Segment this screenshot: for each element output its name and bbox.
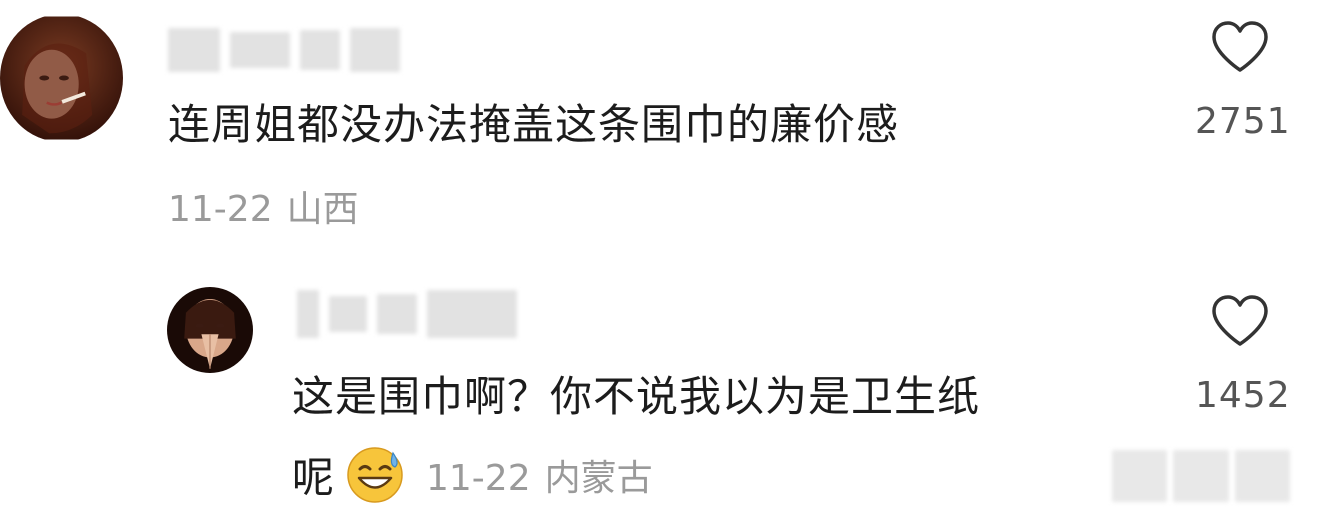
- woman-smoking-avatar-icon: [0, 16, 123, 140]
- sweat-smile-emoji-icon: [347, 447, 403, 503]
- comment-text: 连周姐都没办法掩盖这条围巾的廉价感: [168, 100, 900, 149]
- comment-region: 山西: [286, 189, 359, 230]
- comment-meta: 11-22 内蒙古: [426, 457, 653, 501]
- heart-icon: [1212, 295, 1268, 346]
- username-blurred[interactable]: [168, 28, 400, 72]
- like-count: 1452: [1195, 375, 1291, 416]
- comment-region: 内蒙古: [544, 458, 653, 499]
- like-count: 2751: [1195, 101, 1291, 142]
- comment-date: 11-22: [168, 189, 273, 230]
- comment-text-line1: 这是围巾啊？你不说我以为是卫生纸: [292, 372, 981, 421]
- heart-icon: [1212, 21, 1268, 72]
- like-button[interactable]: 1452: [1195, 294, 1291, 418]
- like-button[interactable]: 2751: [1195, 20, 1291, 144]
- avatar[interactable]: [0, 14, 123, 142]
- comment-date: 11-22: [426, 458, 531, 499]
- avatar[interactable]: [167, 287, 253, 373]
- comment-meta: 11-22 山西: [168, 188, 359, 232]
- woman-hands-face-avatar-icon: [167, 287, 253, 373]
- comment-text-line2: 呢: [292, 453, 336, 502]
- username-blurred[interactable]: [297, 289, 517, 339]
- blurred-area: [1112, 450, 1290, 502]
